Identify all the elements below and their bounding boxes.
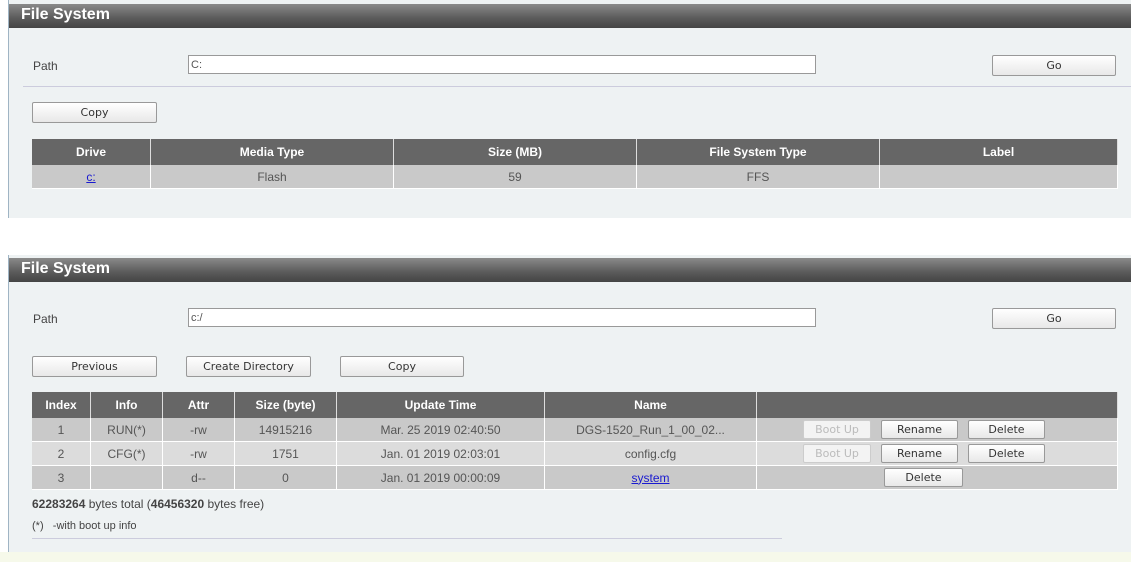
size: 14915216 (234, 418, 337, 442)
update-time: Jan. 01 2019 02:03:01 (336, 441, 545, 466)
index: 2 (32, 441, 91, 466)
col-update-time: Update Time (336, 392, 545, 418)
col-size: Size (byte) (234, 392, 337, 418)
col-attr: Attr (162, 392, 235, 418)
file-system-panel-files: File System Path Go Previous Create Dire… (8, 255, 1131, 552)
update-time: Mar. 25 2019 02:40:50 (336, 418, 545, 442)
drive-table: Drive Media Type Size (MB) File System T… (32, 139, 1118, 189)
table-row: c: Flash 59 FFS (32, 165, 1118, 189)
index: 1 (32, 418, 91, 442)
table-row: 2 CFG(*) -rw 1751 Jan. 01 2019 02:03:01 … (32, 441, 1118, 466)
go-button[interactable]: Go (992, 308, 1116, 329)
actions: Boot Up Rename Delete (756, 418, 1118, 442)
file-table: Index Info Attr Size (byte) Update Time … (32, 392, 1118, 490)
delete-button[interactable]: Delete (884, 468, 963, 487)
attr: -rw (162, 418, 235, 442)
size: 59 (393, 165, 637, 189)
previous-button[interactable]: Previous (32, 356, 157, 377)
index: 3 (32, 465, 91, 490)
note-mark: (*) (32, 520, 44, 532)
copy-button[interactable]: Copy (340, 356, 464, 377)
col-drive: Drive (32, 139, 151, 165)
footnote: (*) -with boot up info (32, 520, 137, 532)
directory-link[interactable]: system (631, 471, 669, 485)
file-name: DGS-1520_Run_1_00_02... (544, 418, 757, 442)
go-button[interactable]: Go (992, 55, 1116, 76)
actions: Delete (756, 465, 1118, 490)
update-time: Jan. 01 2019 00:00:09 (336, 465, 545, 490)
path-label: Path (33, 312, 58, 326)
info: RUN(*) (90, 418, 163, 442)
boot-up-button[interactable]: Boot Up (803, 420, 871, 439)
col-name: Name (544, 392, 757, 418)
space-summary: 62283264 bytes total (46456320 bytes fre… (32, 497, 264, 511)
col-size: Size (MB) (393, 139, 637, 165)
table-row: 1 RUN(*) -rw 14915216 Mar. 25 2019 02:40… (32, 418, 1118, 442)
total-bytes: 62283264 (32, 497, 86, 511)
page-footer-band (0, 552, 1131, 562)
file-system-panel-drives: File System Path Go Copy Drive Media Typ… (8, 0, 1131, 218)
delete-button[interactable]: Delete (968, 444, 1045, 463)
size: 0 (234, 465, 337, 490)
path-input[interactable] (188, 55, 816, 74)
col-info: Info (90, 392, 163, 418)
attr: -rw (162, 441, 235, 466)
rename-button[interactable]: Rename (881, 420, 958, 439)
table-row: 3 d-- 0 Jan. 01 2019 00:00:09 system Del… (32, 465, 1118, 490)
free-text: bytes free) (204, 497, 265, 511)
note-text: -with boot up info (52, 520, 137, 532)
fs-type: FFS (636, 165, 880, 189)
info: CFG(*) (90, 441, 163, 466)
total-text: bytes total ( (85, 497, 151, 511)
divider (32, 538, 782, 539)
size: 1751 (234, 441, 337, 466)
divider (23, 86, 1131, 87)
free-bytes: 46456320 (150, 497, 205, 511)
col-index: Index (32, 392, 91, 418)
rename-button[interactable]: Rename (881, 444, 958, 463)
copy-button[interactable]: Copy (32, 102, 157, 123)
label (879, 165, 1118, 189)
path-input[interactable] (188, 308, 816, 327)
col-actions (756, 392, 1118, 418)
media-type: Flash (150, 165, 394, 189)
col-fs-type: File System Type (636, 139, 880, 165)
boot-up-button[interactable]: Boot Up (803, 444, 871, 463)
delete-button[interactable]: Delete (968, 420, 1045, 439)
col-label: Label (879, 139, 1118, 165)
attr: d-- (162, 465, 235, 490)
info (90, 465, 163, 490)
file-name: config.cfg (544, 441, 757, 466)
panel-title: File System (9, 4, 1131, 28)
col-media-type: Media Type (150, 139, 394, 165)
create-directory-button[interactable]: Create Directory (186, 356, 311, 377)
drive-link[interactable]: c: (86, 170, 95, 184)
actions: Boot Up Rename Delete (756, 441, 1118, 466)
path-label: Path (33, 59, 58, 73)
panel-title: File System (9, 258, 1131, 282)
